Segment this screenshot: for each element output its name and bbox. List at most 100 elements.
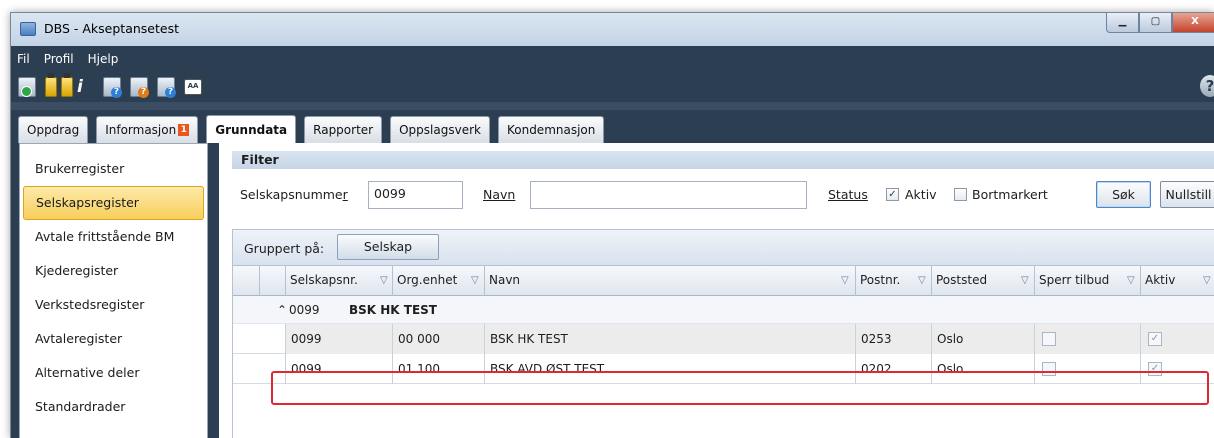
tab-oppdrag[interactable]: Oppdrag <box>18 116 89 143</box>
sidebar-item-kjederegister[interactable]: Kjederegister <box>23 254 204 288</box>
filter-icon[interactable]: ▽ <box>1127 266 1135 295</box>
column-title: Selskapsnr. <box>290 273 358 287</box>
bortmarkert-checkbox[interactable] <box>954 188 967 201</box>
search-button[interactable]: Søk <box>1096 181 1151 208</box>
notification-badge: 1 <box>178 124 190 136</box>
selskapsnummer-label-accesskey: r <box>342 187 348 202</box>
aktiv-row-checkbox[interactable]: ✓ <box>1148 332 1162 346</box>
cell-poststed: Oslo <box>931 354 1034 384</box>
group-chip-selskap[interactable]: Selskap <box>337 234 439 260</box>
selskapsnummer-label-text: Selskapsnumme <box>240 187 343 202</box>
bortmarkert-label: Bortmarkert <box>972 187 1048 202</box>
menu-hjelp[interactable]: Hjelp <box>88 52 119 66</box>
sidebar-item-brukerregister[interactable]: Brukerregister <box>23 152 204 186</box>
group-name: BSK HK TEST <box>349 303 437 317</box>
table-row[interactable]: 0099 01 100 BSK AVD ØST TEST 0202 Oslo ✓ <box>233 354 1214 384</box>
column-title: Postnr. <box>860 273 901 287</box>
aktiv-checkbox[interactable]: ✓ <box>886 188 899 201</box>
column-title: Org.enhet <box>397 273 458 287</box>
column-header-postnr[interactable]: Postnr. ▽ <box>855 266 931 296</box>
cell-orgenhet: 01 100 <box>392 354 484 384</box>
tab-label: Kondemnasjon <box>506 123 596 137</box>
column-title: Sperr tilbud <box>1039 273 1110 287</box>
sidebar-item-verkstedsregister[interactable]: Verkstedsregister <box>23 288 204 322</box>
column-header-orgenhet[interactable]: Org.enhet ▽ <box>392 266 484 296</box>
filter-header: Filter <box>232 151 1214 169</box>
warning-document-icon[interactable] <box>130 77 149 98</box>
tab-label: Oppslagsverk <box>399 123 481 137</box>
tab-informasjon[interactable]: Informasjon 1 <box>96 116 199 143</box>
sidebar: Brukerregister Selskapsregister Avtale f… <box>19 143 208 438</box>
row-indicator-header <box>233 266 259 296</box>
user-icon[interactable] <box>45 73 57 97</box>
info-icon[interactable]: i <box>77 77 91 97</box>
filter-icon[interactable]: ▽ <box>918 266 926 295</box>
selskapsnummer-label: Selskapsnummer <box>240 187 348 202</box>
tab-grunndata[interactable]: Grunndata <box>206 115 297 143</box>
cell-postnr: 0202 <box>855 354 931 384</box>
cell-navn: BSK AVD ØST TEST <box>484 354 855 384</box>
cell-poststed: Oslo <box>931 324 1034 354</box>
tab-kondemnasjon[interactable]: Kondemnasjon <box>497 116 605 143</box>
content-area: Brukerregister Selskapsregister Avtale f… <box>11 143 1214 438</box>
cell-navn: BSK HK TEST <box>484 324 855 354</box>
tab-label: Informasjon <box>105 123 177 137</box>
cell-sperr-tilbud <box>1034 324 1140 354</box>
filter-icon[interactable]: ▽ <box>380 266 388 295</box>
grouped-by-label: Gruppert på: <box>244 241 325 256</box>
filter-icon[interactable]: ▽ <box>841 266 849 295</box>
user-info-icon[interactable] <box>61 73 73 97</box>
table-row[interactable]: 0099 00 000 BSK HK TEST 0253 Oslo ✓ <box>233 324 1214 354</box>
aktiv-row-checkbox[interactable]: ✓ <box>1148 362 1162 376</box>
add-document-icon[interactable] <box>18 77 36 97</box>
app-icon <box>20 22 36 36</box>
filter-row: Selskapsnummer 0099 Navn Status ✓ Aktiv … <box>219 179 1214 209</box>
grid-header: Selskapsnr. ▽ Org.enhet ▽ Navn ▽ Postnr. ▽ P… <box>233 266 1214 296</box>
filter-icon[interactable]: ▽ <box>1203 266 1211 295</box>
cell-aktiv: ✓ <box>1140 354 1214 384</box>
sidebar-item-alternative-deler[interactable]: Alternative deler <box>23 356 204 390</box>
column-header-poststed[interactable]: Poststed ▽ <box>931 266 1034 296</box>
navn-label: Navn <box>483 187 516 202</box>
column-title: Aktiv <box>1145 273 1176 287</box>
cell-aktiv: ✓ <box>1140 324 1214 354</box>
menu-profil[interactable]: Profil <box>44 52 74 66</box>
sperr-tilbud-checkbox[interactable] <box>1042 362 1056 376</box>
menu-fil[interactable]: Fil <box>17 52 30 66</box>
help-document-icon[interactable] <box>103 77 122 98</box>
column-header-sperr-tilbud[interactable]: Sperr tilbud ▽ <box>1034 266 1140 296</box>
title-bar: DBS - Akseptansetest ▁ ▢ X <box>11 13 1214 46</box>
group-expander-icon[interactable]: ⌃ <box>277 303 287 317</box>
column-header-aktiv[interactable]: Aktiv ▽ <box>1140 266 1214 296</box>
tab-label: Grunndata <box>215 122 288 137</box>
tab-oppslagsverk[interactable]: Oppslagsverk <box>390 116 490 143</box>
filter-icon[interactable]: ▽ <box>471 266 479 295</box>
expander-header <box>259 266 285 296</box>
minimize-button[interactable]: ▁ <box>1106 13 1139 33</box>
help-icon[interactable]: ? <box>1200 75 1214 97</box>
app-window: DBS - Akseptansetest ▁ ▢ X Fil Profil Hj… <box>10 12 1214 438</box>
sperr-tilbud-checkbox[interactable] <box>1042 332 1056 346</box>
window-title: DBS - Akseptansetest <box>44 21 179 36</box>
column-header-navn[interactable]: Navn ▽ <box>484 266 855 296</box>
cell-sperr-tilbud <box>1034 354 1140 384</box>
maximize-button[interactable]: ▢ <box>1139 13 1172 33</box>
column-header-selskapsnr[interactable]: Selskapsnr. ▽ <box>285 266 392 296</box>
filter-icon[interactable]: ▽ <box>1021 266 1029 295</box>
close-button[interactable]: X <box>1172 13 1214 33</box>
sidebar-item-avtale-frittstaende-bm[interactable]: Avtale frittstående BM <box>23 220 204 254</box>
tab-rapporter[interactable]: Rapporter <box>304 116 383 143</box>
sidebar-item-selskapsregister[interactable]: Selskapsregister <box>23 186 204 220</box>
group-row[interactable]: ⌃ 0099 BSK HK TEST <box>233 296 1214 324</box>
navn-input[interactable] <box>530 181 807 209</box>
selskapsnummer-input[interactable]: 0099 <box>368 181 463 209</box>
column-title: Poststed <box>936 273 988 287</box>
font-size-icon[interactable]: AA <box>184 79 202 95</box>
help-list-icon[interactable] <box>157 77 176 98</box>
sidebar-item-avtaleregister[interactable]: Avtaleregister <box>23 322 204 356</box>
main-panel: Filter Selskapsnummer 0099 Navn Status ✓… <box>219 143 1214 438</box>
reset-button[interactable]: Nullstill <box>1160 181 1214 208</box>
sidebar-item-standardrader[interactable]: Standardrader <box>23 390 204 424</box>
cell-postnr: 0253 <box>855 324 931 354</box>
tab-label: Rapporter <box>313 123 374 137</box>
